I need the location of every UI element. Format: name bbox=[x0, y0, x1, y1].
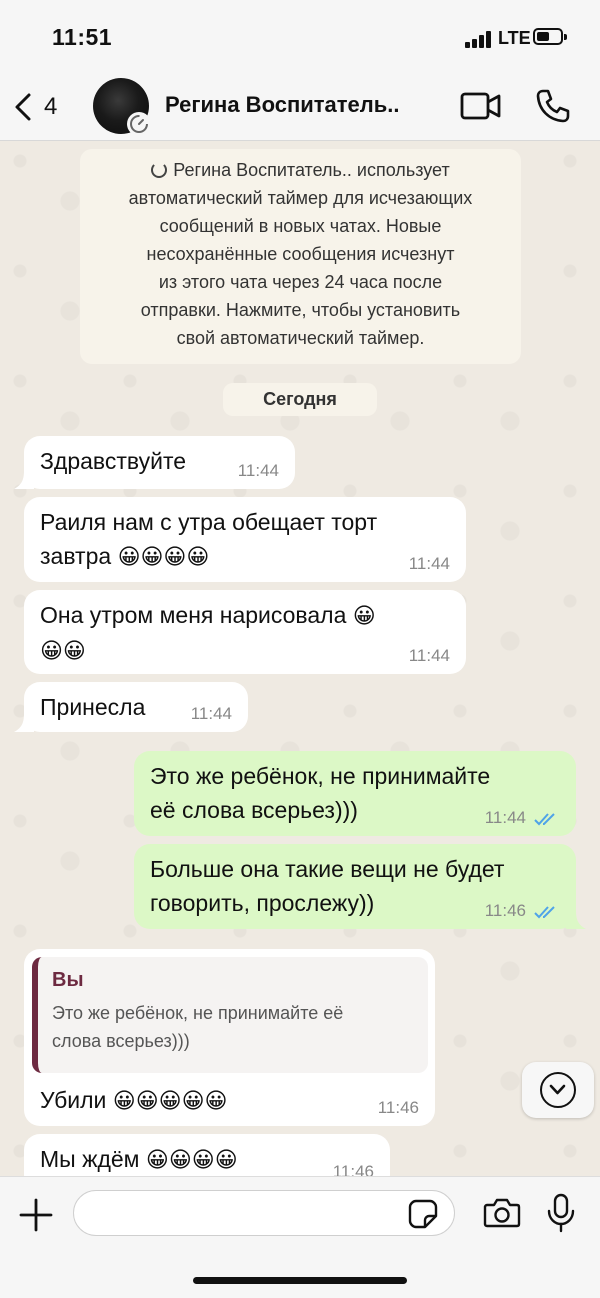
message-bubble-incoming[interactable]: Вы Это же ребёнок, не принимайте её слов… bbox=[24, 949, 435, 1126]
read-receipt-icon bbox=[534, 906, 555, 919]
disappearing-timer-icon bbox=[127, 112, 151, 136]
quote-author: Вы bbox=[52, 969, 84, 991]
message-time: 11:46 bbox=[484, 901, 526, 920]
status-bar: 11:51 LTE bbox=[0, 0, 600, 76]
disappearing-messages-notice[interactable]: Регина Воспитатель.. использует автомати… bbox=[80, 149, 521, 364]
attach-button[interactable] bbox=[18, 1197, 54, 1233]
grinning-emoji-icon: 😀😀😀😀😀 bbox=[112, 1088, 228, 1113]
voice-call-button[interactable] bbox=[535, 88, 571, 124]
bubble-tail bbox=[14, 471, 34, 489]
notice-line: Регина Воспитатель.. использует bbox=[173, 160, 450, 180]
message-text: Это же ребёнок, не принимайте bbox=[150, 763, 491, 789]
notice-line: свой автоматический таймер. bbox=[176, 328, 425, 348]
message-bubble-incoming[interactable]: Здравствуйте 11:44 bbox=[14, 436, 295, 489]
network-label: LTE bbox=[498, 28, 531, 48]
message-bubble-incoming[interactable]: Принесла 11:44 bbox=[14, 682, 248, 732]
message-bubble-incoming[interactable]: Раиля нам с утра обещает торт завтра 😀😀😀… bbox=[24, 497, 466, 582]
quoted-message[interactable]: Вы Это же ребёнок, не принимайте её слов… bbox=[32, 957, 428, 1073]
message-input[interactable] bbox=[73, 1190, 455, 1236]
message-bubble-outgoing[interactable]: Больше она такие вещи не будет говорить,… bbox=[134, 844, 586, 929]
message-time: 11:46 bbox=[377, 1098, 419, 1117]
chevron-left-icon bbox=[15, 93, 31, 121]
quote-text: Это же ребёнок, не принимайте её bbox=[52, 1003, 344, 1023]
grinning-emoji-icon: 😀😀 bbox=[40, 638, 86, 663]
notice-line: автоматический таймер для исчезающих bbox=[128, 188, 473, 208]
notice-line: из этого чата через 24 часа после bbox=[158, 272, 443, 292]
message-text: Здравствуйте bbox=[40, 448, 187, 474]
camera-button[interactable] bbox=[483, 1197, 521, 1229]
chat-area[interactable]: Регина Воспитатель.. использует автомати… bbox=[0, 141, 600, 1176]
chat-header: 4 Регина Воспитатель.. bbox=[0, 76, 600, 141]
message-time: 11:44 bbox=[237, 461, 279, 480]
avatar[interactable] bbox=[93, 78, 151, 136]
sticker-icon bbox=[408, 1199, 438, 1229]
chevron-down-icon bbox=[540, 1072, 576, 1108]
scroll-to-bottom-button[interactable] bbox=[522, 1062, 594, 1118]
date-separator: Сегодня bbox=[223, 383, 377, 416]
message-time: 11:44 bbox=[190, 704, 232, 723]
bubble-tail bbox=[566, 911, 586, 929]
message-text: Убили bbox=[40, 1087, 107, 1113]
video-call-button[interactable] bbox=[460, 90, 502, 122]
battery-icon bbox=[533, 28, 567, 45]
contact-name[interactable]: Регина Воспитатель.. bbox=[165, 92, 400, 118]
sticker-button[interactable] bbox=[408, 1199, 438, 1229]
message-text: Раиля нам с утра обещает торт bbox=[40, 509, 378, 535]
microphone-button[interactable] bbox=[546, 1193, 576, 1233]
back-button[interactable]: 4 bbox=[12, 90, 72, 126]
unread-count: 4 bbox=[44, 93, 58, 120]
grinning-emoji-icon: 😀😀😀😀 bbox=[145, 1147, 238, 1172]
phone-icon bbox=[536, 89, 570, 123]
message-text: Больше она такие вещи не будет bbox=[150, 856, 505, 882]
message-text: завтра bbox=[40, 543, 112, 569]
bubble-tail bbox=[14, 714, 34, 732]
read-receipt-icon bbox=[534, 813, 555, 826]
disappearing-timer-icon bbox=[151, 162, 168, 178]
message-bubble-incoming[interactable]: Мы ждём 😀😀😀😀 11:46 bbox=[24, 1134, 390, 1176]
plus-icon bbox=[19, 1198, 53, 1232]
status-time: 11:51 bbox=[52, 24, 113, 50]
message-text: Она утром меня нарисовала bbox=[40, 602, 347, 628]
message-text: Мы ждём bbox=[40, 1146, 140, 1172]
message-text: Принесла bbox=[40, 694, 146, 720]
grinning-emoji-icon: 😀 bbox=[352, 603, 376, 628]
grinning-emoji-icon: 😀😀😀😀 bbox=[117, 544, 210, 569]
message-time: 11:44 bbox=[408, 554, 450, 573]
microphone-icon bbox=[547, 1193, 575, 1233]
signal-icon bbox=[465, 30, 497, 48]
message-time: 11:46 bbox=[332, 1162, 374, 1176]
message-time: 11:44 bbox=[408, 646, 450, 665]
message-bubble-outgoing[interactable]: Это же ребёнок, не принимайте её слова в… bbox=[134, 751, 576, 836]
video-call-icon bbox=[460, 92, 501, 120]
home-indicator bbox=[193, 1277, 407, 1284]
quote-text: слова всерьез))) bbox=[52, 1031, 190, 1051]
message-bubble-incoming[interactable]: Она утром меня нарисовала 😀 😀😀 11:44 bbox=[24, 590, 466, 674]
message-time: 11:44 bbox=[484, 808, 526, 827]
notice-line: отправки. Нажмите, чтобы установить bbox=[140, 300, 461, 320]
notice-line: сообщений в новых чатах. Новые bbox=[159, 216, 442, 236]
notice-line: несохранённые сообщения исчезнут bbox=[146, 244, 455, 264]
camera-icon bbox=[483, 1198, 521, 1228]
